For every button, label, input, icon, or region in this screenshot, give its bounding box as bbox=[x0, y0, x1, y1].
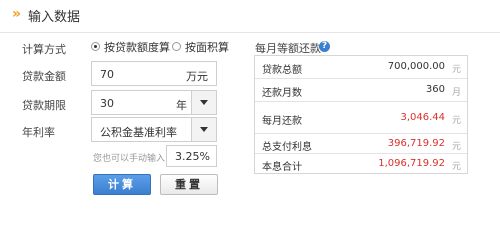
rate-dropdown-button[interactable] bbox=[191, 118, 216, 141]
amount-input[interactable]: 70 万元 bbox=[91, 61, 217, 86]
result-row: 总支付利息 396,719.92 元 bbox=[255, 134, 467, 154]
result-row-unit: 月 bbox=[451, 88, 461, 98]
result-row-value: 360 bbox=[425, 84, 445, 95]
result-row-unit: 元 bbox=[451, 142, 461, 152]
calculate-button[interactable]: 计算 bbox=[93, 174, 151, 195]
section-header: » 输入数据 bbox=[0, 0, 500, 33]
radio-loan-amount[interactable]: 按贷款额度算 bbox=[91, 38, 171, 54]
result-row-label: 每月还款 bbox=[262, 116, 302, 127]
rate-manual-value: 3.25% bbox=[175, 150, 210, 163]
radio-selected-icon[interactable] bbox=[91, 42, 100, 51]
amount-label: 贷款金额 bbox=[22, 70, 66, 83]
section-title: 输入数据 bbox=[28, 10, 81, 25]
result-row-value: 700,000.00 bbox=[387, 61, 445, 72]
result-row: 还款月数 360 月 bbox=[255, 79, 467, 102]
chevron-down-icon bbox=[200, 100, 208, 105]
result-title: 每月等额还款 bbox=[255, 42, 321, 55]
result-row-label: 总支付利息 bbox=[262, 142, 312, 153]
result-row-label: 还款月数 bbox=[262, 88, 302, 99]
radio-loan-amount-label: 按贷款额度算 bbox=[104, 41, 170, 54]
result-row-value: 3,046.44 bbox=[400, 112, 445, 123]
double-chevron-icon: » bbox=[12, 6, 21, 22]
result-row-value: 1,096,719.92 bbox=[378, 158, 445, 169]
term-dropdown-button[interactable] bbox=[191, 91, 216, 114]
term-select[interactable]: 30 年 bbox=[91, 90, 217, 115]
term-value: 30 bbox=[100, 97, 114, 110]
radio-unselected-icon[interactable] bbox=[172, 42, 181, 51]
help-icon[interactable]: ? bbox=[319, 41, 330, 52]
term-unit: 年 bbox=[176, 99, 187, 112]
result-row-unit: 元 bbox=[451, 116, 461, 126]
rate-label: 年利率 bbox=[22, 126, 55, 139]
manual-input-hint: 您也可以手动输入 bbox=[93, 154, 166, 164]
method-label: 计算方式 bbox=[22, 43, 66, 56]
result-row-unit: 元 bbox=[451, 162, 461, 172]
amount-value: 70 bbox=[100, 68, 114, 81]
result-row: 本息合计 1,096,719.92 元 bbox=[255, 154, 467, 174]
radio-area[interactable]: 按面积算 bbox=[172, 38, 232, 54]
result-row: 每月还款 3,046.44 元 bbox=[255, 102, 467, 134]
rate-type-select[interactable]: 公积金基准利率 bbox=[91, 117, 217, 142]
amount-unit: 万元 bbox=[186, 70, 208, 83]
result-row-unit: 元 bbox=[451, 65, 461, 75]
result-row-value: 396,719.92 bbox=[387, 138, 445, 149]
result-row-label: 贷款总额 bbox=[262, 65, 302, 76]
chevron-down-icon bbox=[200, 127, 208, 132]
term-label: 贷款期限 bbox=[22, 99, 66, 112]
rate-manual-input[interactable]: 3.25% bbox=[166, 145, 217, 167]
result-table: 贷款总额 700,000.00 元 还款月数 360 月 每月还款 3,046.… bbox=[254, 55, 468, 174]
reset-button[interactable]: 重置 bbox=[160, 174, 218, 195]
result-row-label: 本息合计 bbox=[262, 162, 302, 173]
rate-type-value: 公积金基准利率 bbox=[100, 126, 177, 139]
radio-area-label: 按面积算 bbox=[185, 41, 229, 54]
result-row: 贷款总额 700,000.00 元 bbox=[255, 56, 467, 79]
